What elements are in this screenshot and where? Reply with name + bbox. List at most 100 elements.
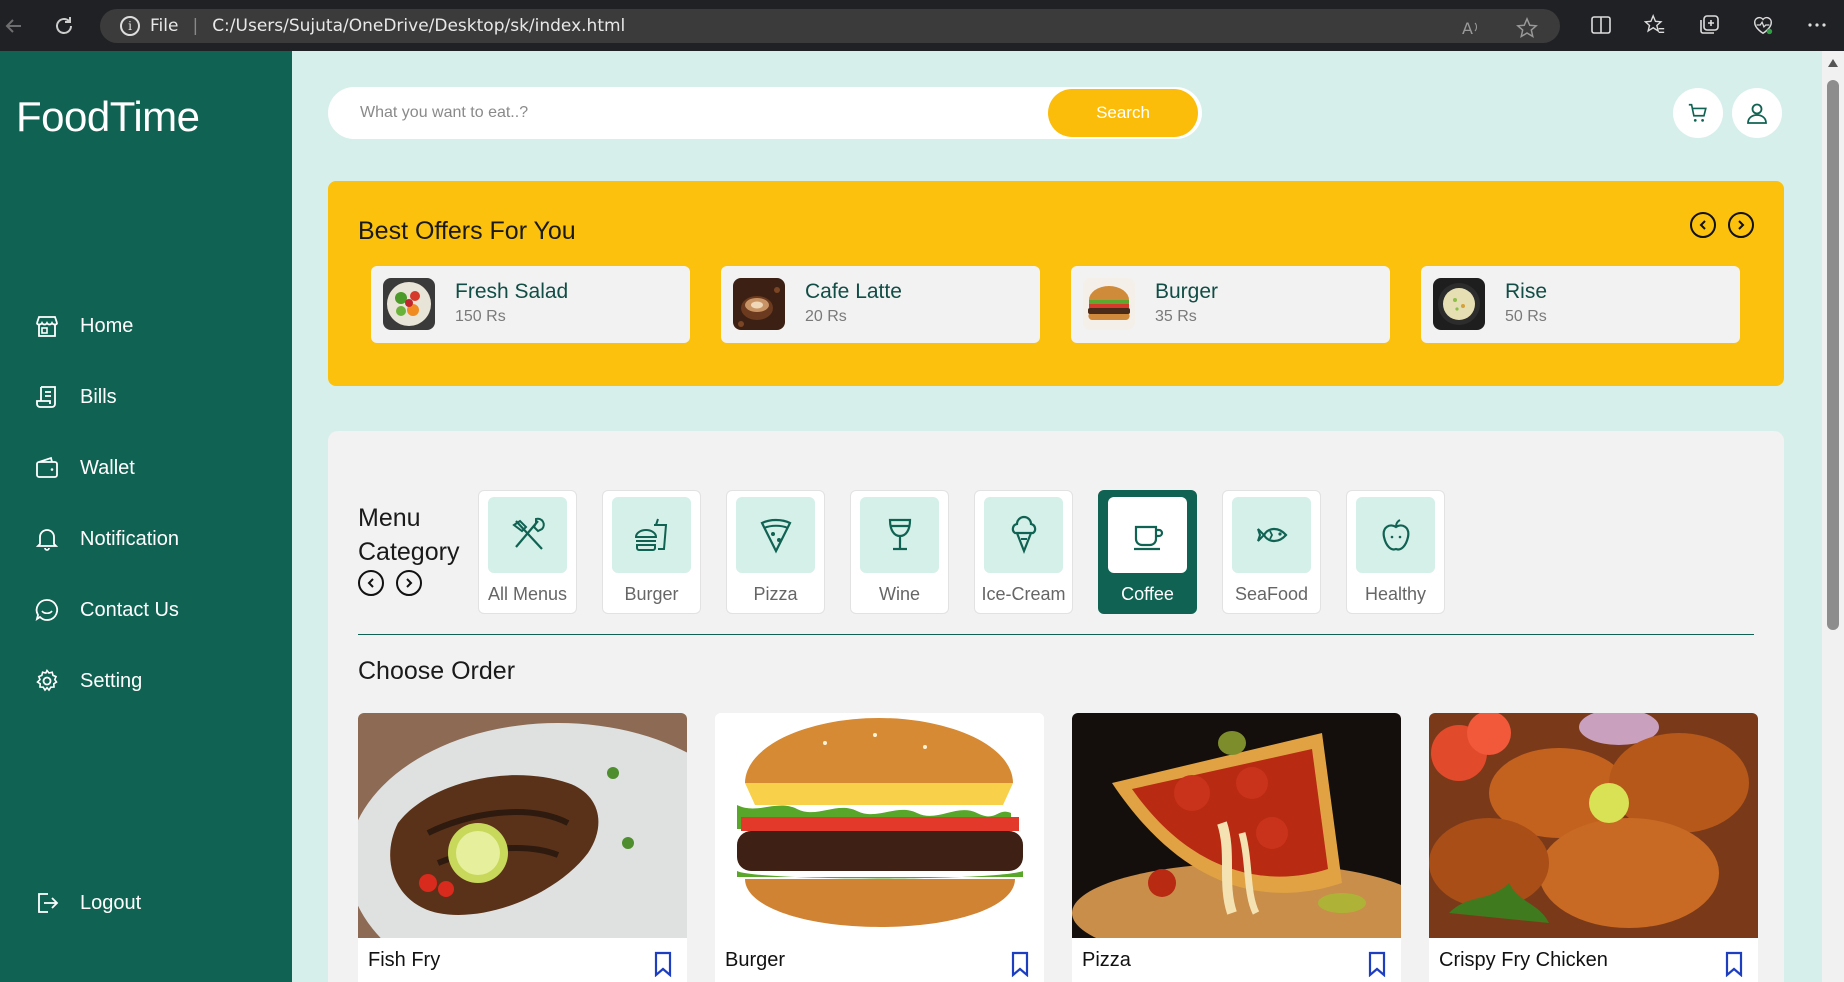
bookmark-icon[interactable] xyxy=(653,951,673,977)
cart-button[interactable] xyxy=(1673,88,1723,138)
offers-next-button[interactable] xyxy=(1728,212,1754,238)
offer-price: 150 Rs xyxy=(455,308,506,325)
choose-order-title: Choose Order xyxy=(358,657,516,685)
category-next-button[interactable] xyxy=(396,570,422,596)
search-input[interactable] xyxy=(328,104,1028,122)
wallet-icon xyxy=(36,456,58,478)
offer-name: Cafe Latte xyxy=(805,280,902,303)
scroll-thumb[interactable] xyxy=(1827,80,1839,630)
receipt-icon xyxy=(36,386,56,408)
chevron-right-icon xyxy=(406,578,413,588)
wine-glass-icon xyxy=(860,497,939,573)
browser-toolbar: i File | C:/Users/Sujuta/OneDrive/Deskto… xyxy=(0,0,1844,51)
logout-label: Logout xyxy=(80,891,142,914)
store-icon xyxy=(36,316,58,337)
split-screen-icon[interactable] xyxy=(1588,12,1614,38)
fish-fry-image xyxy=(358,713,687,938)
address-bar[interactable]: i File | C:/Users/Sujuta/OneDrive/Deskto… xyxy=(100,9,1560,43)
bookmark-icon[interactable] xyxy=(1367,951,1387,977)
food-name: Crispy Fry Chicken xyxy=(1439,949,1608,971)
logout-button[interactable]: Logout xyxy=(34,890,141,916)
food-name: Fish Fry xyxy=(368,949,441,971)
food-card[interactable]: Fish Fry xyxy=(358,713,687,982)
bookmark-icon[interactable] xyxy=(1010,951,1030,977)
burger-image xyxy=(1083,278,1135,330)
url-text: C:/Users/Sujuta/OneDrive/Desktop/sk/inde… xyxy=(212,16,626,36)
page-scrollbar[interactable] xyxy=(1822,51,1844,982)
bookmark-icon[interactable] xyxy=(1724,951,1744,977)
user-icon xyxy=(1747,103,1767,124)
sidebar-item-label: Setting xyxy=(80,669,143,692)
food-card[interactable]: Burger xyxy=(715,713,1044,982)
ice-cream-icon xyxy=(984,497,1063,573)
logout-icon xyxy=(38,893,59,913)
sidebar: FoodTime Home Bills Wallet Notification … xyxy=(0,51,292,982)
offer-price: 50 Rs xyxy=(1505,308,1547,325)
offer-name: Burger xyxy=(1155,280,1219,303)
info-icon[interactable]: i xyxy=(120,16,140,36)
sidebar-item-bills[interactable]: Bills xyxy=(34,384,117,410)
pizza-image xyxy=(1072,713,1401,938)
main-content: Search Best Offers For You Fresh Salad 1… xyxy=(292,51,1822,982)
sidebar-item-label: Contact Us xyxy=(80,598,179,621)
menu-category-title: Menu Category xyxy=(358,501,459,569)
category-seafood[interactable]: SeaFood xyxy=(1222,490,1321,614)
category-burger[interactable]: Burger xyxy=(602,490,701,614)
offer-card[interactable]: Cafe Latte 20 Rs xyxy=(721,266,1040,343)
sidebar-item-label: Bills xyxy=(80,385,117,408)
collections-icon[interactable] xyxy=(1696,12,1722,38)
category-wine[interactable]: Wine xyxy=(850,490,949,614)
sidebar-item-contact-us[interactable]: Contact Us xyxy=(34,597,179,623)
scheme-label: File xyxy=(150,16,179,36)
cart-icon xyxy=(1688,103,1707,122)
sidebar-item-label: Notification xyxy=(80,527,179,550)
chevron-right-icon xyxy=(1738,220,1745,230)
profile-button[interactable] xyxy=(1732,88,1782,138)
category-pizza[interactable]: Pizza xyxy=(726,490,825,614)
category-ice-cream[interactable]: Ice-Cream xyxy=(974,490,1073,614)
favorites-icon[interactable] xyxy=(1642,12,1668,38)
food-card[interactable]: Pizza xyxy=(1072,713,1401,982)
back-button[interactable] xyxy=(0,12,28,40)
favorite-star-icon[interactable] xyxy=(1514,15,1540,41)
offer-card[interactable]: Rise 50 Rs xyxy=(1421,266,1740,343)
bell-icon xyxy=(35,529,59,551)
more-menu-icon[interactable] xyxy=(1804,12,1830,38)
scroll-up-arrow[interactable] xyxy=(1828,59,1838,67)
offer-card[interactable]: Burger 35 Rs xyxy=(1071,266,1390,343)
fish-icon xyxy=(1232,497,1311,573)
apple-icon xyxy=(1356,497,1435,573)
svg-text:A: A xyxy=(1462,19,1473,38)
menu-panel: Menu Category All Menus Burger Pizza Win… xyxy=(328,431,1784,982)
app-logo[interactable]: FoodTime xyxy=(16,93,200,141)
sidebar-item-home[interactable]: Home xyxy=(34,313,133,339)
food-card[interactable]: Crispy Fry Chicken xyxy=(1429,713,1758,982)
offer-price: 35 Rs xyxy=(1155,308,1197,325)
category-prev-button[interactable] xyxy=(358,570,384,596)
read-aloud-icon[interactable]: A xyxy=(1458,15,1484,41)
reload-button[interactable] xyxy=(50,12,78,40)
browser-essentials-icon[interactable] xyxy=(1750,12,1776,38)
coffee-cup-icon xyxy=(1108,497,1187,573)
burger-image xyxy=(715,713,1044,938)
offer-price: 20 Rs xyxy=(805,308,847,325)
chevron-left-icon xyxy=(1699,220,1706,230)
category-label: Healthy xyxy=(1364,584,1427,604)
category-label: Ice-Cream xyxy=(981,584,1066,604)
offers-title: Best Offers For You xyxy=(358,217,576,245)
offers-prev-button[interactable] xyxy=(1690,212,1716,238)
category-coffee[interactable]: Coffee xyxy=(1098,490,1197,614)
menu-title-line: Menu xyxy=(358,504,421,532)
offer-name: Fresh Salad xyxy=(455,280,569,303)
search-bar: Search xyxy=(328,87,1202,139)
category-all-menus[interactable]: All Menus xyxy=(478,490,577,614)
category-healthy[interactable]: Healthy xyxy=(1346,490,1445,614)
search-button[interactable]: Search xyxy=(1048,89,1198,137)
sidebar-item-setting[interactable]: Setting xyxy=(34,668,142,694)
sidebar-item-wallet[interactable]: Wallet xyxy=(34,455,135,481)
fried-chicken-image xyxy=(1429,713,1758,938)
sidebar-item-notification[interactable]: Notification xyxy=(34,526,179,552)
divider xyxy=(358,634,1754,635)
sidebar-item-label: Home xyxy=(80,314,134,337)
offer-card[interactable]: Fresh Salad 150 Rs xyxy=(371,266,690,343)
